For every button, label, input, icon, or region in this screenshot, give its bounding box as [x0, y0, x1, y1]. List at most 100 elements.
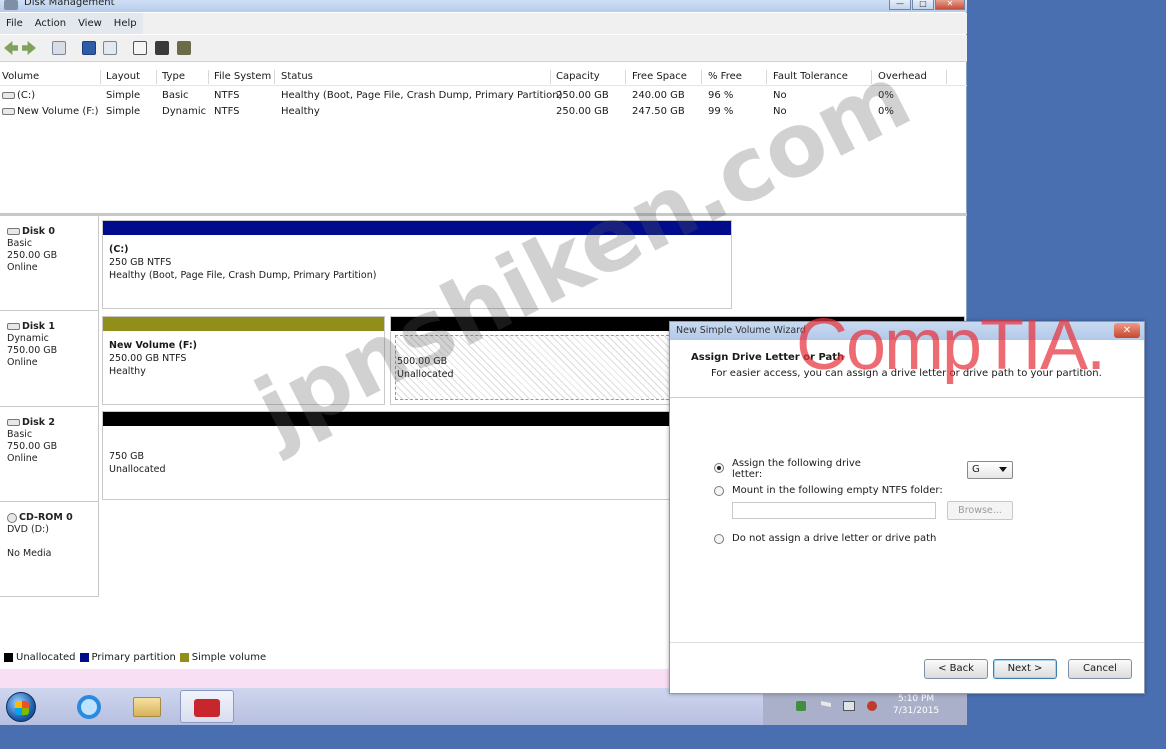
cell-file-system: NTFS	[214, 106, 240, 117]
legend: Unallocated Primary partition Simple vol…	[4, 652, 266, 663]
drive-icon	[2, 107, 15, 115]
menu-action[interactable]: Action	[29, 18, 72, 29]
cell-layout: Simple	[106, 106, 141, 117]
toolbar	[0, 35, 967, 62]
cell-layout: Simple	[106, 90, 141, 101]
windows-logo-icon	[15, 701, 29, 715]
col-layout[interactable]: Layout	[106, 71, 140, 82]
forward-arrow-icon[interactable]	[22, 41, 36, 55]
legend-swatch-primary	[79, 653, 89, 662]
wizard-body: Assign the following drive letter: G Mou…	[670, 399, 1144, 642]
disk-0-label[interactable]: Disk 0 Basic 250.00 GB Online	[0, 216, 99, 311]
window-title: Disk Management	[24, 0, 115, 8]
cell-free-space: 247.50 GB	[632, 106, 685, 117]
partition-size: 750 GB	[109, 451, 145, 462]
menu-file[interactable]: File	[0, 18, 29, 29]
taskbar-ie[interactable]	[64, 690, 114, 723]
maximize-button[interactable]: □	[912, 0, 934, 10]
cell-status: Healthy	[281, 106, 320, 117]
cell-type: Dynamic	[162, 106, 207, 117]
flag-icon[interactable]	[821, 701, 831, 707]
col-percent-free[interactable]: % Free	[708, 71, 742, 82]
mount-folder-label: Mount in the following empty NTFS folder…	[732, 485, 943, 496]
cell-status: Healthy (Boot, Page File, Crash Dump, Pr…	[281, 90, 563, 101]
cdrom-icon	[7, 512, 17, 523]
drive-letter-select[interactable]: G	[967, 461, 1013, 479]
monitor-icon[interactable]	[843, 701, 855, 711]
internet-explorer-icon	[77, 695, 101, 719]
wizard-title: New Simple Volume Wizard	[676, 325, 806, 336]
taskbar-explorer[interactable]	[122, 690, 172, 723]
col-file-system[interactable]: File System	[214, 71, 271, 82]
system-clock[interactable]: 5:10 PM 7/31/2015	[893, 693, 939, 717]
toolbar-settings-icon[interactable]	[177, 41, 191, 55]
cancel-button[interactable]: Cancel	[1068, 659, 1132, 679]
taskbar-disk-management[interactable]	[180, 690, 234, 723]
col-type[interactable]: Type	[162, 71, 185, 82]
selected-drive-letter: G	[972, 464, 980, 475]
cell-free-space: 240.00 GB	[632, 90, 685, 101]
pane-splitter[interactable]	[0, 213, 967, 216]
clock-date: 7/31/2015	[893, 706, 940, 716]
cell-volume: (C:)	[17, 90, 36, 101]
ntfs-folder-path-input[interactable]	[732, 502, 936, 519]
partition-title: New Volume (F:)	[109, 340, 197, 351]
next-button[interactable]: Next >	[993, 659, 1057, 679]
col-volume[interactable]: Volume	[2, 71, 39, 82]
mount-folder-radio[interactable]	[714, 486, 724, 496]
partition-status: Unallocated	[109, 464, 166, 475]
cell-volume: New Volume (F:)	[17, 106, 99, 117]
partition-status: Healthy (Boot, Page File, Crash Dump, Pr…	[109, 270, 377, 281]
assign-letter-label-2: letter:	[732, 469, 763, 480]
partition-title: (C:)	[109, 244, 129, 255]
no-letter-label: Do not assign a drive letter or drive pa…	[732, 533, 937, 544]
wizard-footer: < Back Next > Cancel	[670, 642, 1144, 693]
legend-swatch-unallocated	[4, 653, 13, 662]
disk-action-icon[interactable]	[155, 41, 169, 55]
window-controls: — □ ✕	[889, 0, 965, 10]
checklist-icon[interactable]	[133, 41, 147, 55]
disk-icon	[7, 228, 20, 235]
partition-size: 250 GB NTFS	[109, 257, 172, 268]
no-letter-radio[interactable]	[714, 534, 724, 544]
network-icon[interactable]	[796, 701, 806, 711]
legend-swatch-simple	[179, 653, 189, 662]
wizard-close-button[interactable]: ✕	[1114, 323, 1140, 338]
disk-icon	[7, 323, 20, 330]
cell-capacity: 250.00 GB	[556, 90, 609, 101]
menu-help[interactable]: Help	[108, 18, 143, 29]
legend-simple-volume: Simple volume	[191, 652, 267, 663]
browse-button[interactable]: Browse...	[947, 501, 1013, 520]
partition-size: 250.00 GB NTFS	[109, 353, 187, 364]
menu-bar: File Action View Help	[0, 13, 967, 34]
assign-letter-radio[interactable]	[714, 463, 724, 473]
title-bar[interactable]: Disk Management — □ ✕	[0, 0, 967, 12]
disk-management-icon	[4, 0, 18, 10]
col-capacity[interactable]: Capacity	[556, 71, 600, 82]
cell-capacity: 250.00 GB	[556, 106, 609, 117]
minimize-button[interactable]: —	[889, 0, 911, 10]
close-button[interactable]: ✕	[935, 0, 965, 10]
cell-type: Basic	[162, 90, 189, 101]
help-icon[interactable]	[82, 41, 96, 55]
disk-icon	[7, 419, 20, 426]
properties-icon[interactable]	[103, 41, 117, 55]
back-button[interactable]: < Back	[924, 659, 988, 679]
chevron-down-icon	[999, 467, 1007, 472]
volume-icon[interactable]	[867, 701, 877, 711]
col-free-space[interactable]: Free Space	[632, 71, 687, 82]
back-arrow-icon[interactable]	[4, 41, 18, 55]
cdrom-0-label[interactable]: CD-ROM 0 DVD (D:) No Media	[0, 502, 99, 597]
cell-percent-free: 96 %	[708, 90, 734, 101]
disk-1-label[interactable]: Disk 1 Dynamic 750.00 GB Online	[0, 311, 99, 407]
start-button[interactable]	[6, 692, 36, 722]
disk-2-label[interactable]: Disk 2 Basic 750.00 GB Online	[0, 407, 99, 502]
legend-unallocated: Unallocated	[16, 652, 76, 663]
assign-letter-label: Assign the following drive	[732, 458, 861, 469]
partition-status: Healthy	[109, 366, 146, 377]
clock-time: 5:10 PM	[897, 694, 935, 704]
cell-file-system: NTFS	[214, 90, 240, 101]
console-tree-icon[interactable]	[52, 41, 66, 55]
col-status[interactable]: Status	[281, 71, 313, 82]
menu-view[interactable]: View	[72, 18, 108, 29]
